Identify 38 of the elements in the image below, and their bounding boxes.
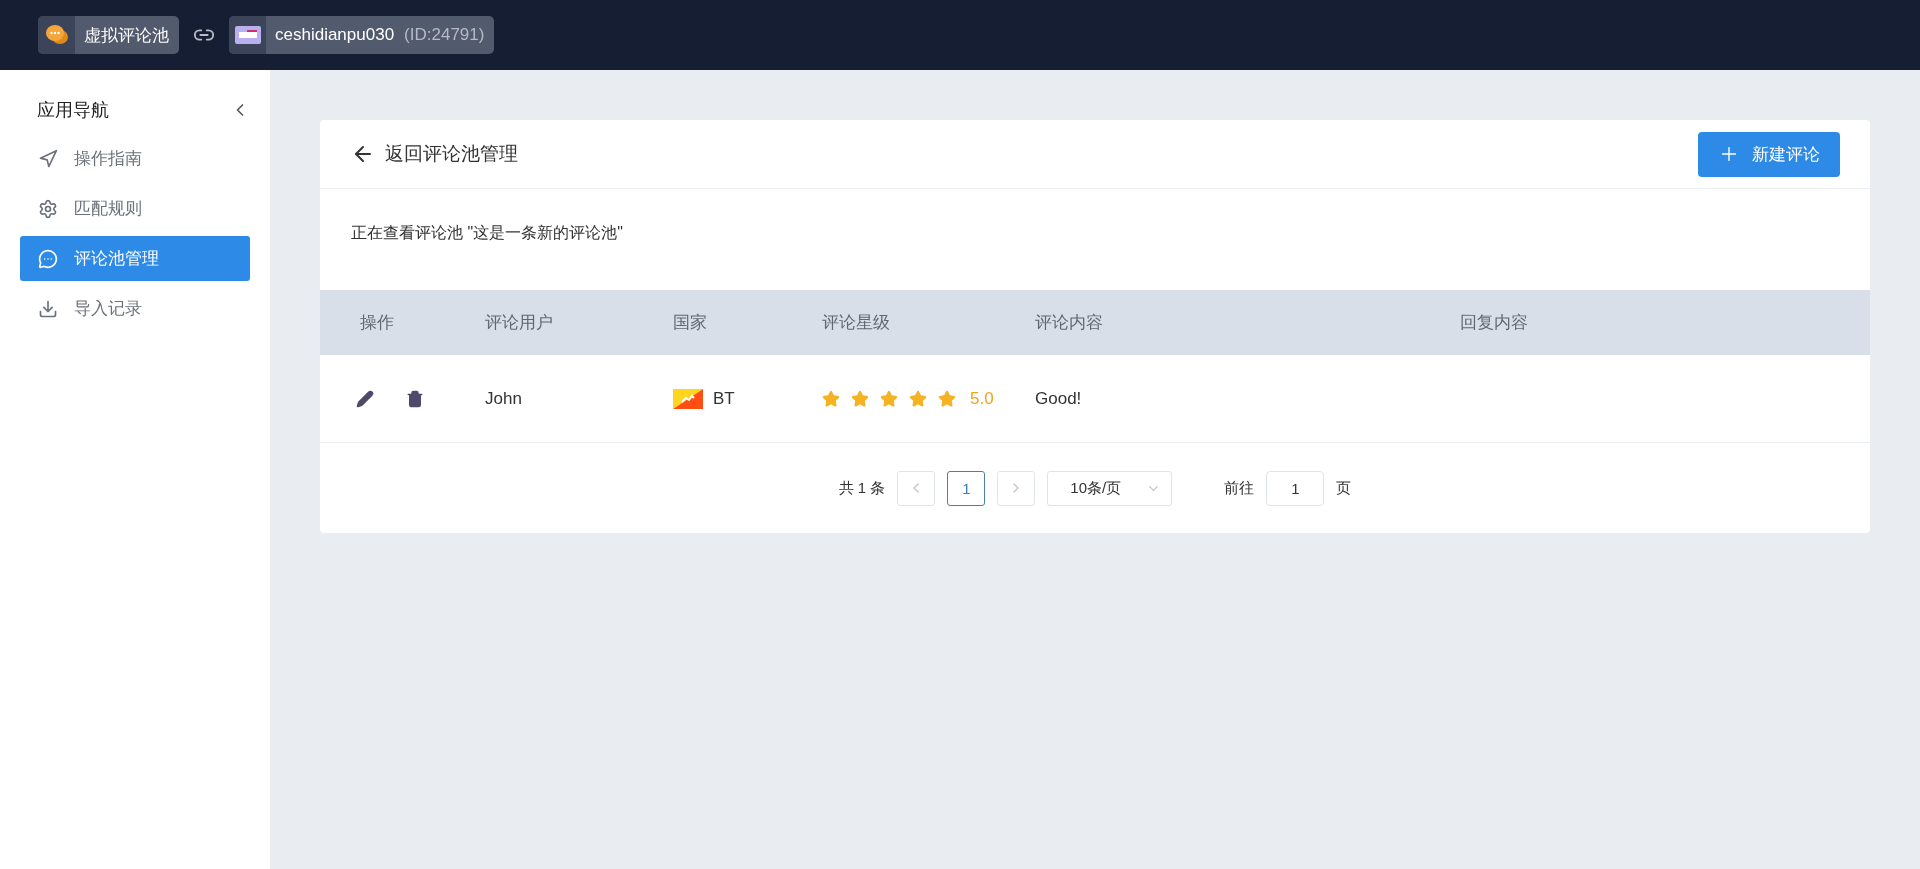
download-icon: [38, 298, 58, 319]
star-icon: [851, 389, 869, 408]
pool-description: 正在查看评论池 "这是一条新的评论池": [350, 223, 624, 243]
page-button[interactable]: 1: [947, 470, 986, 506]
rating-value: 5.0: [970, 388, 994, 409]
column-header: 回复内容: [1460, 290, 1870, 355]
column-header: 国家: [673, 290, 822, 355]
store-chip[interactable]: ceshidianpu030 (ID:24791): [229, 16, 495, 54]
column-header: 操作: [320, 290, 485, 355]
store-card-icon: [234, 26, 261, 44]
flag-icon: [673, 388, 703, 409]
page-size-select[interactable]: 10条/页: [1047, 470, 1173, 506]
star-icon: [909, 389, 927, 408]
navigation-icon: [38, 148, 58, 169]
back-link[interactable]: 返回评论池管理: [351, 141, 518, 167]
star-icon: [880, 389, 898, 408]
column-header: 评论用户: [485, 290, 673, 355]
goto-page-field[interactable]: 1: [1266, 470, 1325, 506]
chat-bubbles-icon: [44, 24, 69, 46]
column-header: 评论内容: [1035, 290, 1460, 355]
table-cell: John: [485, 388, 522, 409]
total-count: 共 1 条: [838, 478, 886, 498]
sidebar-item[interactable]: 导入记录: [20, 286, 250, 331]
table-cell: Good!: [1035, 388, 1082, 409]
star-icon: [938, 389, 956, 408]
goto-label: 前往: [1224, 478, 1255, 498]
new-comment-button[interactable]: 新建评论: [1698, 131, 1840, 177]
column-header: 评论星级: [822, 290, 1035, 355]
sidebar-title: 应用导航: [37, 99, 109, 122]
sidebar-item[interactable]: 评论池管理: [20, 236, 250, 281]
chat-bubble-icon: [38, 248, 58, 269]
table-cell: BT: [713, 388, 735, 409]
page-suffix: 页: [1336, 478, 1352, 498]
star-icon: [822, 389, 840, 408]
gear-icon: [38, 198, 58, 219]
sidebar-item[interactable]: 匹配规则: [20, 186, 250, 231]
app-chip[interactable]: 虚拟评论池: [38, 16, 179, 54]
sidebar-item[interactable]: 操作指南: [20, 136, 250, 181]
